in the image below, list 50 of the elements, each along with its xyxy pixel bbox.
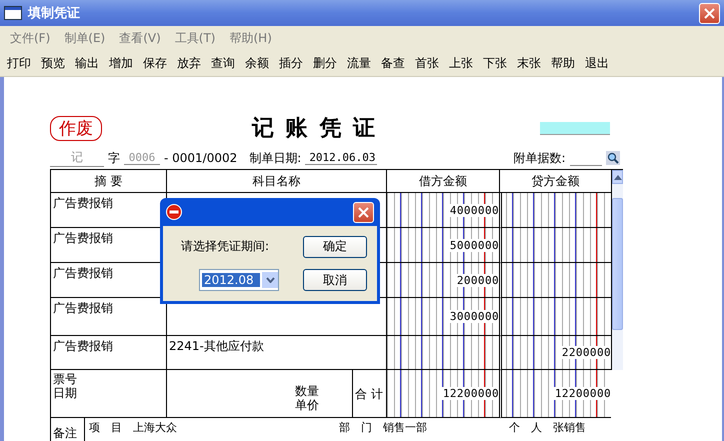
void-stamp: 作废 (50, 116, 102, 140)
close-icon (358, 206, 369, 218)
debit-amount: 200000 (456, 274, 499, 286)
scroll-thumb[interactable] (612, 198, 623, 330)
close-button[interactable] (699, 2, 720, 24)
period-select[interactable]: 2012.08 (199, 269, 279, 292)
menu-item[interactable]: 文件(F) (4, 30, 56, 46)
date-label: 制单日期: (249, 150, 302, 166)
voucher-title: 记 账 凭 证 (252, 115, 377, 143)
quantity-label: 数量 (295, 384, 320, 398)
voucher-number: 0006 (124, 151, 160, 165)
summary-cell: 广告费报销 (50, 336, 166, 370)
date-field-label: 日期 (53, 386, 78, 400)
column-header: 科目名称 (166, 170, 386, 193)
stop-icon (166, 204, 182, 220)
menu-item[interactable]: 帮助(H) (224, 30, 278, 46)
dialog-close-button[interactable] (353, 202, 374, 222)
code-field (540, 122, 610, 134)
voucher-date: 2012.06.03 (305, 151, 378, 165)
close-icon (704, 8, 715, 18)
search-icon[interactable] (606, 151, 620, 165)
attachments-label: 附单据数: (513, 150, 566, 166)
price-label: 单价 (295, 398, 320, 412)
ok-button[interactable]: 确定 (303, 236, 367, 258)
column-header: 摘 要 (50, 170, 166, 193)
debit-amount: 4000000 (448, 204, 499, 216)
credit-amount: 2200000 (560, 346, 611, 359)
scrollbar[interactable] (611, 170, 623, 370)
window-icon (4, 6, 22, 20)
remark-field: 部 门 销售一部 (339, 420, 509, 441)
remark-field: 项 目 上海大众 (89, 420, 339, 441)
remarks-label: 备注 (50, 418, 84, 441)
window-title: 填制凭证 (28, 5, 80, 22)
voucher-type-suffix: 字 (108, 150, 120, 166)
page-number: - 0001/0002 (164, 151, 238, 165)
credit-total: 12200000 (554, 387, 611, 400)
caret-icon (266, 277, 274, 284)
voucher-type: 记 (50, 149, 104, 167)
cancel-button[interactable]: 取消 (303, 269, 367, 292)
menu-item[interactable]: 查看(V) (113, 30, 167, 46)
scroll-up-icon[interactable] (614, 174, 622, 180)
debit-total: 12200000 (442, 387, 499, 400)
menu-item[interactable]: 制单(E) (58, 30, 112, 46)
dialog-message: 请选择凭证期间: (181, 238, 270, 256)
debit-amount: 3000000 (448, 310, 499, 323)
total-label: 合 计 (355, 386, 384, 400)
menu-item[interactable]: 工具(T) (168, 30, 222, 46)
remark-field: 个 人 张销售 (509, 420, 607, 441)
debit-amount: 5000000 (448, 238, 499, 252)
ticket-label: 票号 (53, 372, 78, 386)
